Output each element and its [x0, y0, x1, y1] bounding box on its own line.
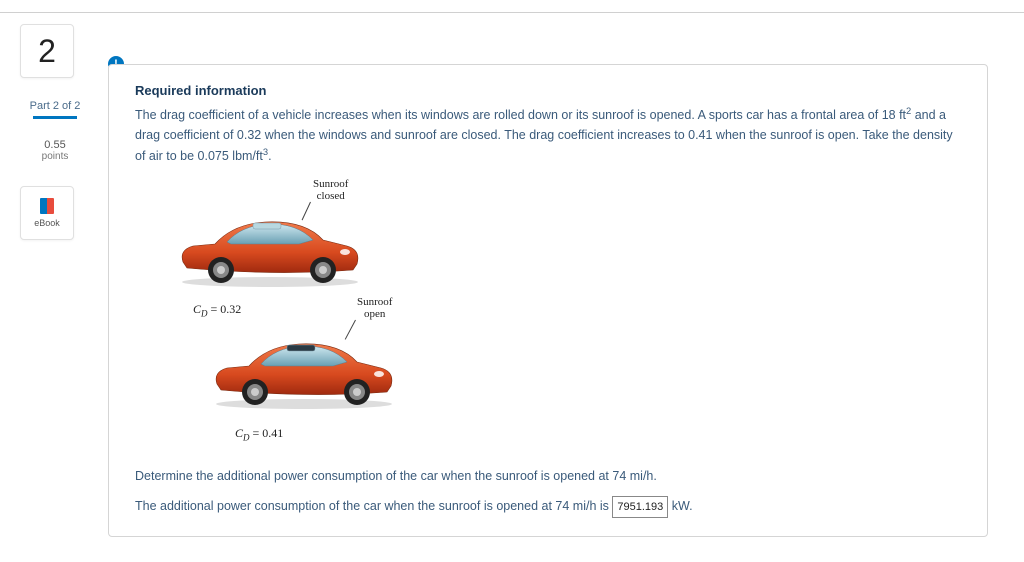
- annotation-closed-line1: Sunroof: [313, 178, 348, 190]
- annotation-sunroof-open: Sunroof open: [357, 296, 392, 320]
- answer-input[interactable]: 7951.193: [612, 496, 668, 519]
- car-open-image: [209, 332, 399, 410]
- annotation-closed-line2: closed: [313, 190, 348, 202]
- cd-open-val: = 0.41: [250, 426, 284, 440]
- page-top-divider: [0, 12, 1024, 13]
- cd-open-c: C: [235, 426, 243, 440]
- cd-open-sym: CD: [235, 426, 250, 440]
- req-text-part3: .: [268, 149, 271, 163]
- required-info-text: The drag coefficient of a vehicle increa…: [135, 104, 961, 166]
- answer-prefix: The additional power consumption of the …: [135, 499, 612, 513]
- annotation-sunroof-closed: Sunroof closed: [313, 178, 348, 202]
- cd-label-closed: CD = 0.32: [193, 302, 241, 318]
- diagram-area: Sunroof closed: [155, 178, 495, 458]
- required-info-heading: Required information: [135, 83, 961, 98]
- ebook-icon: [40, 198, 54, 214]
- content-panel: Required information The drag coefficien…: [108, 64, 988, 537]
- annotation-open-line2: open: [357, 308, 392, 320]
- sidebar: 2 Part 2 of 2 0.55 points eBook: [20, 24, 90, 240]
- cd-closed-c: C: [193, 302, 201, 316]
- ebook-button[interactable]: eBook: [20, 186, 74, 240]
- cd-label-open: CD = 0.41: [235, 426, 283, 442]
- req-text-part1: The drag coefficient of a vehicle increa…: [135, 108, 906, 122]
- part-underline: [33, 116, 77, 119]
- points-label: points: [20, 151, 90, 162]
- car-closed-image: [175, 210, 365, 288]
- cd-closed-sym: CD: [193, 302, 208, 316]
- ebook-label: eBook: [34, 218, 60, 228]
- question-prompt: Determine the additional power consumpti…: [135, 466, 961, 487]
- annotation-open-line1: Sunroof: [357, 296, 392, 308]
- answer-suffix: kW.: [668, 499, 692, 513]
- question-number: 2: [20, 24, 74, 78]
- cd-closed-val: = 0.32: [208, 302, 242, 316]
- points-value: 0.55: [20, 139, 90, 151]
- answer-line: The additional power consumption of the …: [135, 496, 961, 519]
- part-label: Part 2 of 2: [20, 100, 90, 112]
